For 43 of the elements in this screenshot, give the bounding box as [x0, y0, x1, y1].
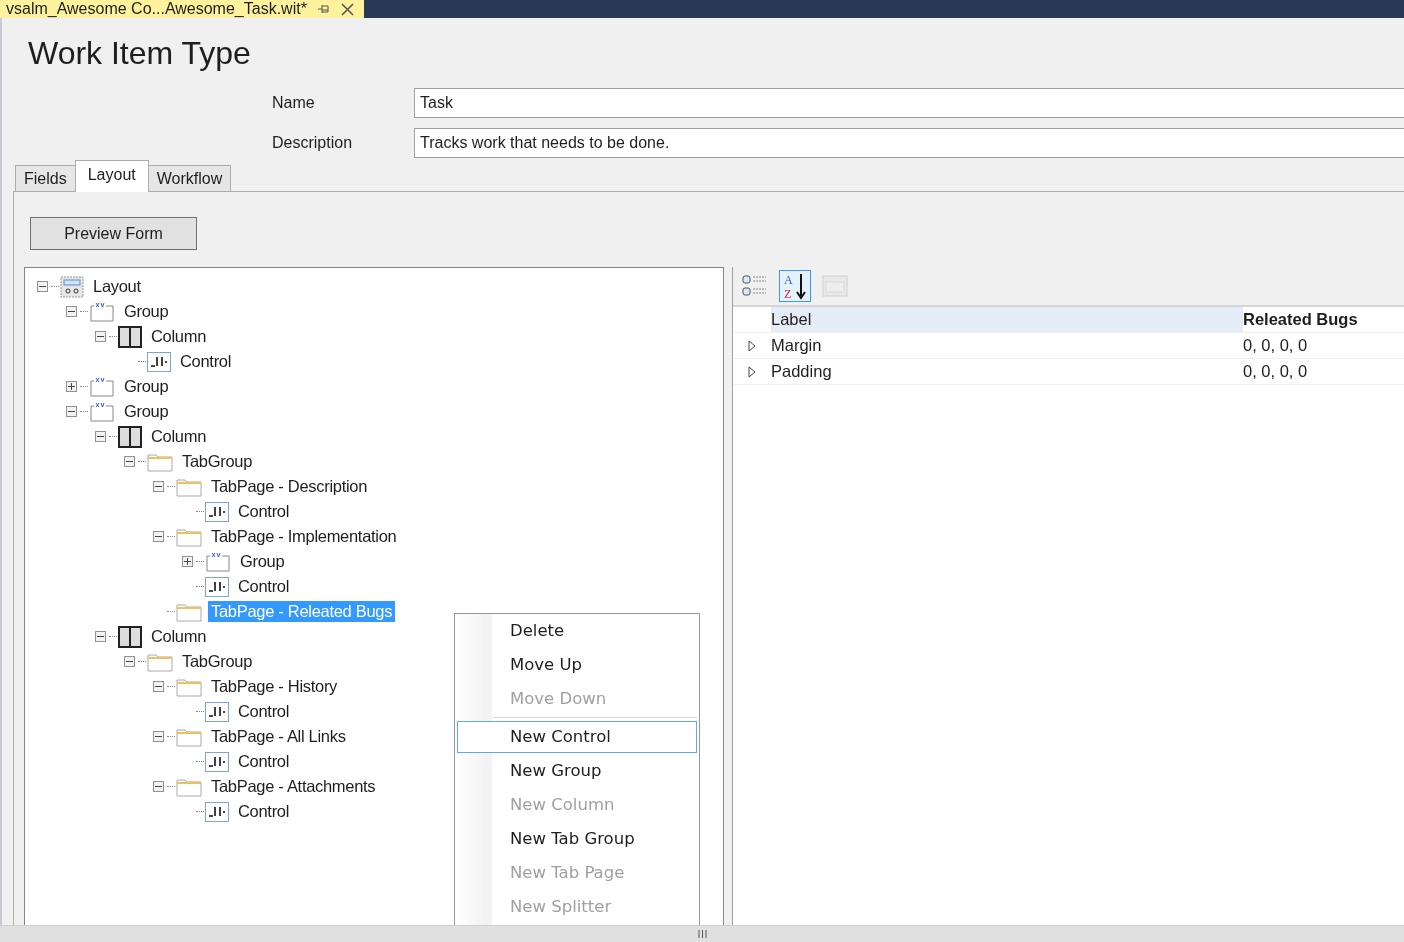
tree-item[interactable]: Group [121, 301, 172, 322]
menu-item[interactable]: Move Up [457, 649, 697, 681]
tree-item[interactable]: Control [177, 351, 235, 372]
property-value[interactable]: 0, 0, 0, 0 [1243, 359, 1404, 384]
tree-item[interactable]: TabPage - All Links [208, 726, 349, 747]
tree-item[interactable]: TabPage - History [208, 676, 341, 697]
property-name[interactable]: Padding [771, 359, 1243, 384]
tree-item[interactable]: TabGroup [179, 451, 256, 472]
document-tab-title: vsalm_Awesome Co...Awesome_Task.wit* [6, 0, 307, 18]
tab[interactable]: Fields [15, 165, 76, 192]
document-tab[interactable]: vsalm_Awesome Co...Awesome_Task.wit* [0, 0, 364, 18]
tree-item[interactable]: Control [235, 501, 293, 522]
property-name[interactable]: Margin [771, 333, 1243, 358]
tree-item[interactable]: TabGroup [179, 651, 256, 672]
preview-form-button[interactable]: Preview Form [30, 217, 197, 250]
tree-item[interactable]: Column [148, 326, 210, 347]
tab[interactable]: Layout [74, 160, 149, 192]
tree-item[interactable]: TabPage - Implementation [208, 526, 400, 547]
field-label: Name [272, 93, 316, 113]
property-value[interactable]: 0, 0, 0, 0 [1243, 333, 1404, 358]
menu-item[interactable]: New Control [457, 721, 697, 753]
tree-item[interactable]: Column [148, 426, 210, 447]
tree-item[interactable]: Control [235, 576, 293, 597]
text-field[interactable]: Tracks work that needs to be done. [414, 128, 1404, 158]
tree-item[interactable]: Group [121, 376, 172, 397]
field-label: Description [272, 133, 354, 153]
tree-item[interactable]: TabPage - Attachments [208, 776, 379, 797]
menu-item[interactable]: Delete [457, 615, 697, 647]
menu-item[interactable]: New Group [457, 755, 697, 787]
tree-item[interactable]: Group [237, 551, 288, 572]
tree-item[interactable]: Column [148, 626, 210, 647]
page-title: Work Item Type [28, 34, 252, 72]
property-value[interactable]: Releated Bugs [1243, 307, 1404, 332]
tree-item[interactable]: Group [121, 401, 172, 422]
tree-item[interactable]: Layout [90, 276, 144, 297]
tree-item[interactable]: TabPage - Description [208, 476, 371, 497]
menu-item[interactable]: New Tab Group [457, 823, 697, 855]
tab[interactable]: Workflow [147, 165, 232, 192]
text-field[interactable]: Task [414, 88, 1404, 118]
tree-item[interactable]: Control [235, 801, 293, 822]
property-name[interactable]: Label [771, 307, 1243, 332]
tree-item[interactable]: Control [235, 701, 293, 722]
tree-item[interactable]: Control [235, 751, 293, 772]
